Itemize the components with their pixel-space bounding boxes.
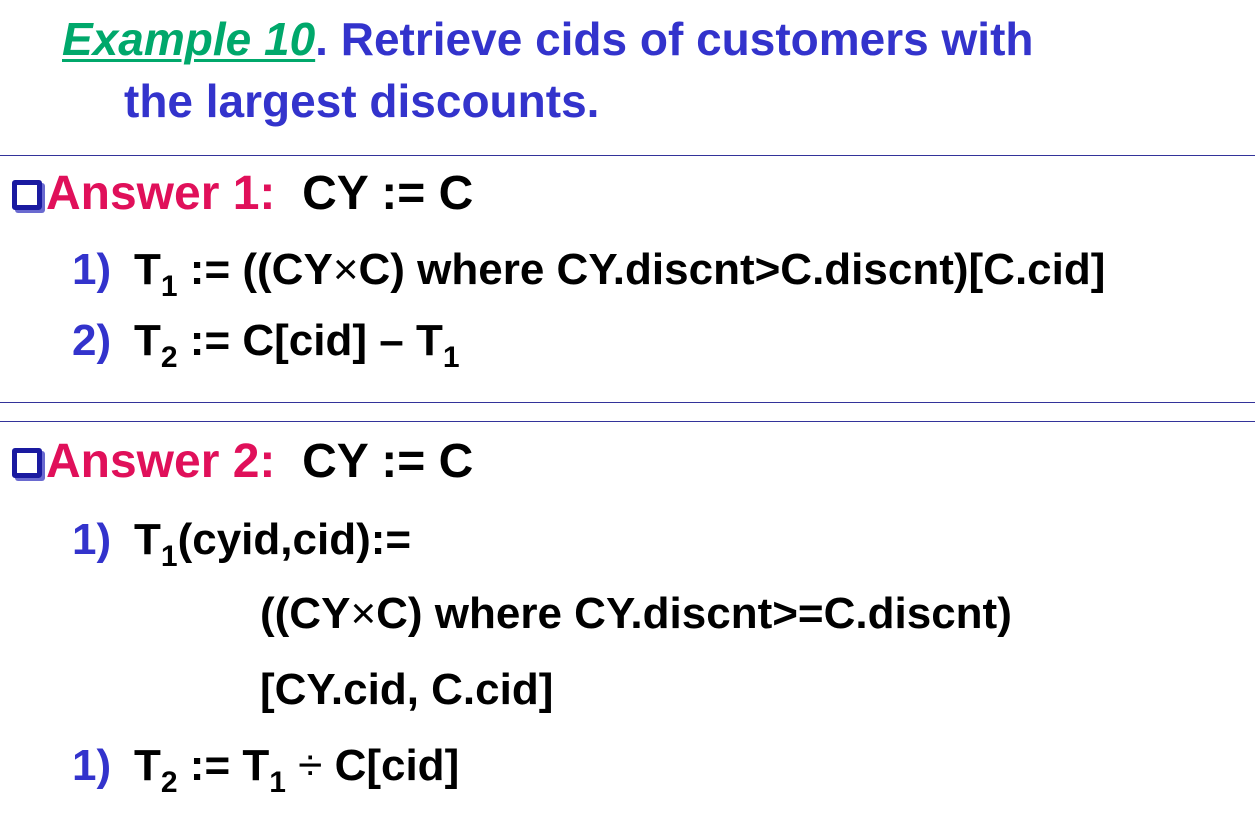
answer2-assign: CY := C bbox=[302, 435, 474, 488]
step-expr: ((CY bbox=[260, 589, 351, 638]
example-link[interactable]: Example 10 bbox=[62, 13, 315, 65]
step-expr: := ((CY bbox=[177, 245, 333, 294]
step-subscript: 1 bbox=[442, 341, 460, 374]
step-expr: := C[cid] bbox=[177, 316, 380, 365]
step-number: 1) bbox=[72, 245, 112, 294]
step-subscript: 1 bbox=[269, 766, 286, 799]
title-text-line2: the largest discounts. bbox=[124, 75, 600, 127]
checkbox-bullet-icon bbox=[12, 180, 42, 210]
answer2-step1-cont1: ((CY×C) where CY.discnt>=C.discnt) bbox=[260, 588, 1012, 640]
divider-middle-2 bbox=[0, 421, 1255, 422]
step-subscript: 1 bbox=[160, 540, 178, 573]
answer2-step1: 1) T1(cyid,cid):= bbox=[72, 514, 412, 572]
step-subscript: 2 bbox=[160, 766, 178, 799]
answer1-step1: 1) T1 := ((CY×C) where CY.discnt>C.discnt… bbox=[72, 244, 1106, 302]
difference-symbol: – bbox=[379, 316, 404, 365]
slide-title: Example 10. Retrieve cids of customers w… bbox=[62, 8, 1242, 132]
step-expr: T bbox=[403, 316, 443, 365]
step-var: T bbox=[134, 245, 161, 294]
answer2-heading: Answer 2: CY := C bbox=[12, 436, 473, 488]
step-number: 2) bbox=[72, 316, 112, 365]
answer2-step1-cont2: [CY.cid, C.cid] bbox=[260, 664, 553, 716]
title-text-line1: . Retrieve cids of customers with bbox=[315, 13, 1034, 65]
step-number: 1) bbox=[72, 741, 112, 790]
answer1-heading: Answer 1: CY := C bbox=[12, 168, 473, 220]
answer2-label: Answer 2: bbox=[46, 435, 276, 488]
step-subscript: 2 bbox=[160, 341, 178, 374]
step-number: 1) bbox=[72, 515, 112, 564]
divider-middle-1 bbox=[0, 402, 1255, 403]
step-expr: C) where CY.discnt>C.discnt)[C.cid] bbox=[358, 245, 1106, 294]
answer1-step2: 2) T2 := C[cid] – T1 bbox=[72, 315, 460, 373]
division-symbol: ÷ bbox=[285, 741, 335, 790]
step-var: T bbox=[134, 316, 161, 365]
step-var: T bbox=[134, 741, 161, 790]
step-expr: (cyid,cid):= bbox=[177, 515, 412, 564]
step-expr: C) where CY.discnt>=C.discnt) bbox=[376, 589, 1012, 638]
cross-product-symbol: × bbox=[332, 245, 359, 294]
checkbox-bullet-icon bbox=[12, 448, 42, 478]
divider-top bbox=[0, 155, 1255, 156]
cross-product-symbol: × bbox=[350, 589, 377, 638]
step-var: T bbox=[134, 515, 161, 564]
step-expr: [CY.cid, C.cid] bbox=[260, 665, 554, 714]
answer1-label: Answer 1: bbox=[46, 167, 276, 220]
step-subscript: 1 bbox=[160, 270, 178, 303]
answer1-assign: CY := C bbox=[302, 167, 474, 220]
step-expr: C[cid] bbox=[334, 741, 460, 790]
answer2-step2: 1) T2 := T1 ÷ C[cid] bbox=[72, 740, 460, 798]
step-expr: := T bbox=[177, 741, 270, 790]
